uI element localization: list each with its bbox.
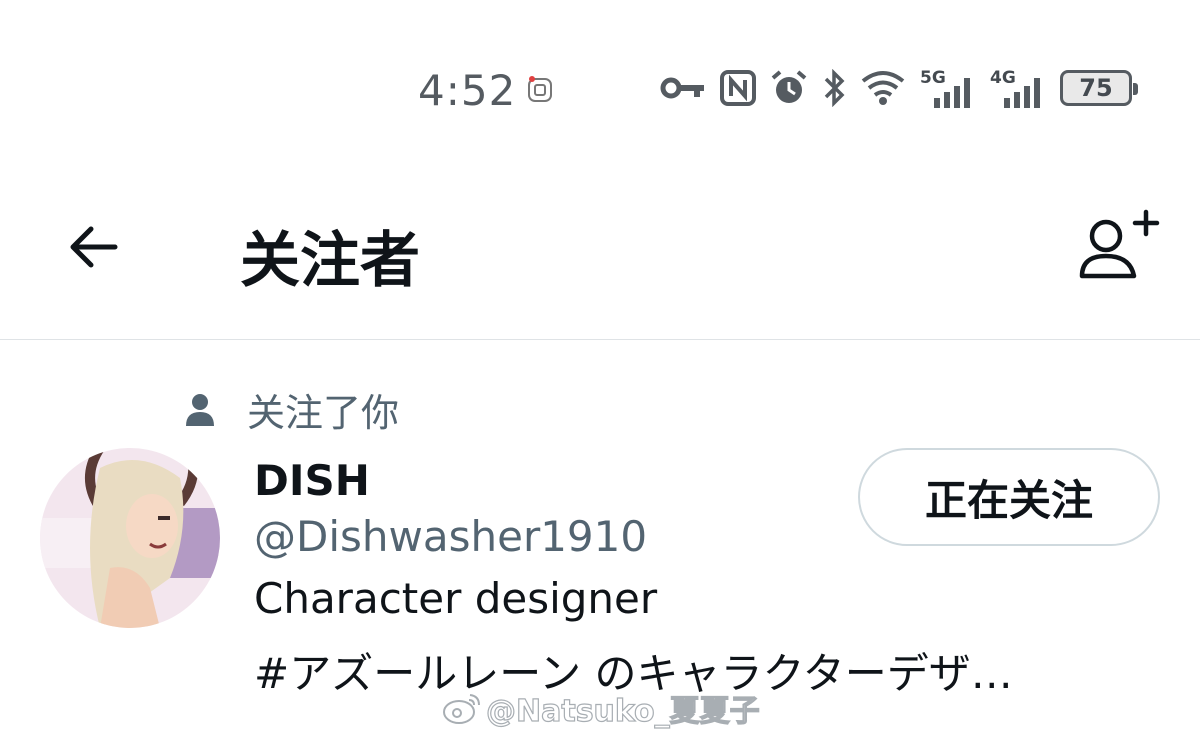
weibo-logo-icon [443, 694, 480, 724]
back-arrow-icon [70, 226, 118, 268]
bio-line-1: Character designer [254, 574, 658, 623]
nfc-icon [720, 70, 756, 106]
battery-level: 75 [1079, 74, 1113, 102]
add-user-button[interactable] [1074, 204, 1164, 284]
status-time: 4:52 [418, 66, 517, 115]
add-user-icon [1079, 209, 1160, 279]
watermark: @Natsuko_夏夏子 [442, 686, 760, 730]
header-divider [0, 339, 1200, 340]
follows-you-indicator: 关注了你 [185, 382, 399, 437]
person-icon [186, 393, 214, 426]
follows-you-label: 关注了你 [247, 391, 400, 435]
alarm-icon [770, 69, 808, 107]
app-notification-icon [527, 75, 553, 103]
avatar[interactable] [40, 448, 220, 628]
display-name[interactable]: DISH [254, 456, 370, 505]
user-handle[interactable]: @Dishwasher1910 [254, 512, 647, 561]
wifi-icon [860, 69, 906, 107]
back-button[interactable] [60, 214, 126, 280]
watermark-text: @Natsuko_夏夏子 [485, 693, 760, 729]
signal-5g-icon: 5G [920, 68, 976, 108]
vpn-key-icon [660, 73, 706, 103]
battery-icon: 75 [1060, 70, 1138, 106]
following-button[interactable]: 正在关注 [858, 448, 1160, 546]
signal-4g-icon: 4G [990, 68, 1046, 108]
bluetooth-icon [822, 69, 846, 107]
page-title: 关注者 [240, 226, 420, 296]
